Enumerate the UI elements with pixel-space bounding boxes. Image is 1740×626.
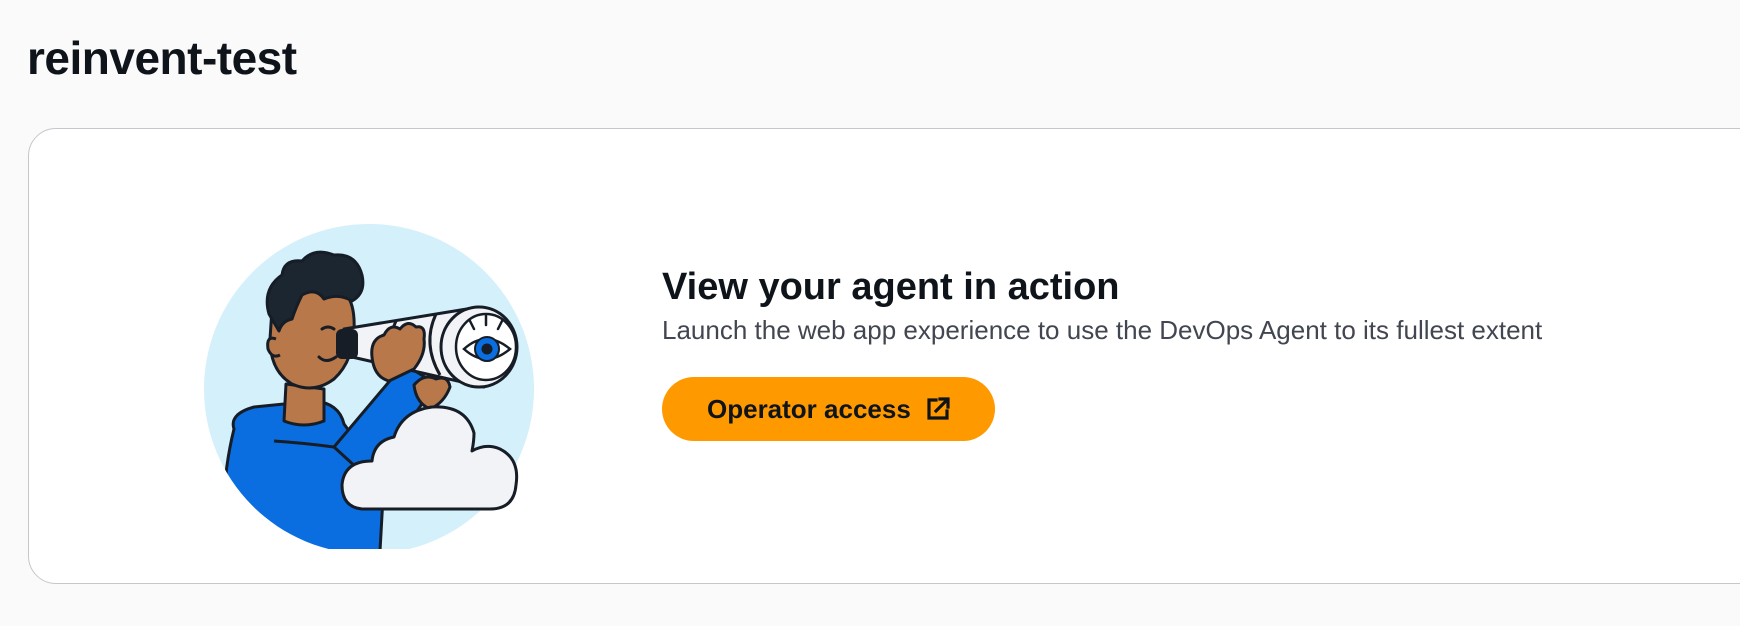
page-title: reinvent-test <box>27 32 297 84</box>
card-heading: View your agent in action <box>662 266 1120 308</box>
operator-access-button-label: Operator access <box>707 393 911 424</box>
person-with-telescope-illustration <box>174 189 574 554</box>
agent-action-card: View your agent in action Launch the web… <box>28 128 1740 584</box>
card-content: View your agent in action Launch the web… <box>662 265 1542 441</box>
card-description: Launch the web app experience to use the… <box>662 315 1543 345</box>
external-link-icon <box>925 396 951 422</box>
operator-access-button[interactable]: Operator access <box>662 377 995 441</box>
